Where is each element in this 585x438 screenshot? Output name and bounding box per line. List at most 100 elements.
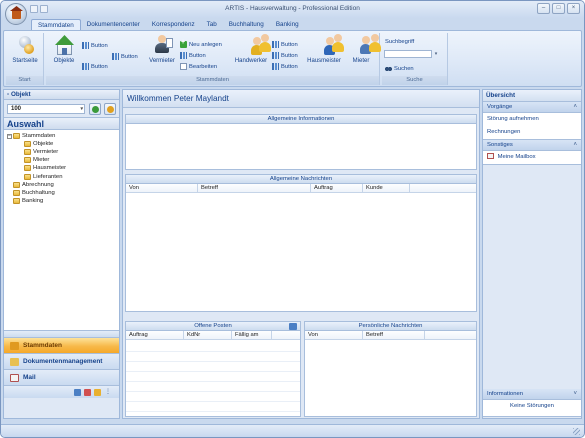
persoenliche-nachrichten-section: Persönliche Nachrichten Von Betreff xyxy=(304,321,477,417)
add-icon xyxy=(180,39,187,48)
button-2-label: Button xyxy=(91,63,108,70)
mieter-button[interactable]: Mieter xyxy=(347,34,381,64)
window-title: ARTIS - Hausverwaltung - Professional Ed… xyxy=(225,5,360,12)
table-header: Auftrag KdNr Fällig am xyxy=(126,331,300,340)
column-header[interactable]: Auftrag xyxy=(126,331,184,340)
vermieter-button[interactable]: Vermieter xyxy=(148,34,176,64)
objekt-go-button[interactable] xyxy=(89,103,101,115)
button-2[interactable]: Button xyxy=(82,62,108,71)
column-header[interactable]: Betreff xyxy=(198,184,311,193)
house-icon xyxy=(12,9,21,19)
folder-icon xyxy=(24,173,31,180)
informationen-group[interactable]: Informationen ˅ xyxy=(483,389,581,400)
bearbeiten-button[interactable]: Bearbeiten xyxy=(180,62,217,71)
refresh-icon[interactable] xyxy=(289,323,297,330)
neu-anlegen-button[interactable]: Neu anlegen xyxy=(180,39,222,49)
suchen-button[interactable]: Suchen xyxy=(385,64,414,73)
tree-item-objekte[interactable]: Objekte xyxy=(4,140,119,148)
button-5[interactable]: Button xyxy=(272,40,298,49)
minimize-icon[interactable]: – xyxy=(537,3,550,14)
column-header[interactable]: Betreff xyxy=(363,331,425,340)
button-4-label: Button xyxy=(189,52,206,59)
tree-label: Abrechnung xyxy=(22,181,54,188)
chevron-up-icon[interactable]: ˄ xyxy=(573,102,577,113)
tree-item-lieferanten[interactable]: Lieferanten xyxy=(4,172,119,180)
button-6[interactable]: Button xyxy=(272,51,298,60)
folder-icon xyxy=(13,181,20,188)
app-menu-button[interactable] xyxy=(5,3,27,25)
auswahl-title: Auswahl xyxy=(4,117,119,130)
tree-item-banking[interactable]: Banking xyxy=(4,197,119,205)
column-header[interactable]: Kunde xyxy=(363,184,410,193)
tree-item-hausmeister[interactable]: Hausmeister xyxy=(4,164,119,172)
chevron-down-icon[interactable]: ⋮ xyxy=(105,389,111,396)
group-label-stammdaten: Stammdaten xyxy=(46,76,379,85)
tree-item-stammdaten[interactable]: − Stammdaten xyxy=(4,132,119,140)
nav-mail-label: Mail xyxy=(23,373,36,381)
nav-dokumentenmanagement[interactable]: Dokumentenmanagement xyxy=(4,354,119,370)
tree-label: Vermieter xyxy=(33,149,59,156)
link-stoerung-aufnehmen[interactable]: Störung aufnehmen xyxy=(483,113,581,126)
tree-item-mieter[interactable]: Mieter xyxy=(4,156,119,164)
tree-item-abrechnung[interactable]: Abrechnung xyxy=(4,181,119,189)
link-meine-mailbox[interactable]: Meine Mailbox xyxy=(483,151,581,164)
link-rechnungen[interactable]: Rechnungen xyxy=(483,126,581,139)
objekte-button[interactable]: Objekte xyxy=(50,34,78,64)
collapse-icon[interactable]: − xyxy=(7,133,12,139)
chevron-down-icon[interactable]: ˅ xyxy=(573,389,577,400)
title-bar: ARTIS - Hausverwaltung - Professional Ed… xyxy=(1,1,584,18)
startseite-button[interactable]: Startseite xyxy=(11,34,39,64)
edit-document-icon xyxy=(180,63,187,70)
objekt-search-button[interactable] xyxy=(104,103,116,115)
section-title: Allgemeine Nachrichten xyxy=(126,175,476,184)
bars-icon xyxy=(272,63,279,70)
column-header[interactable]: Auftrag xyxy=(311,184,363,193)
informationen-body: Keine Störungen xyxy=(483,400,581,417)
tree-item-buchhaltung[interactable]: Buchhaltung xyxy=(4,189,119,197)
table-header: Von Betreff xyxy=(305,331,476,340)
startseite-label: Startseite xyxy=(12,58,38,64)
nav-mail[interactable]: Mail xyxy=(4,370,119,386)
nav-mini-icon[interactable] xyxy=(84,389,91,396)
vorgaenge-group[interactable]: Vorgänge ˄ xyxy=(483,102,581,113)
vermieter-label: Vermieter xyxy=(149,58,175,64)
resize-grip-icon[interactable] xyxy=(573,428,580,435)
button-7-label: Button xyxy=(281,63,298,70)
button-1[interactable]: Button xyxy=(82,41,108,50)
folder-icon xyxy=(24,157,31,164)
objekt-select[interactable]: 100 ▾ xyxy=(7,104,85,114)
objekt-header: ▫ Objekt xyxy=(4,90,119,100)
button-3[interactable]: Button xyxy=(112,52,138,61)
handwerker-people-icon xyxy=(241,34,271,56)
maximize-icon[interactable]: □ xyxy=(552,3,565,14)
ribbon-group-start: Startseite Start xyxy=(6,33,44,85)
close-icon[interactable]: × xyxy=(567,3,580,14)
button-1-label: Button xyxy=(91,42,108,49)
column-header[interactable]: Von xyxy=(126,184,198,193)
folder-icon xyxy=(24,141,31,148)
vorgaenge-list: Störung aufnehmen Rechnungen xyxy=(483,113,581,140)
left-panel: ▫ Objekt 100 ▾ Auswahl − Stammdaten Obje… xyxy=(3,89,120,419)
objekt-row: 100 ▾ xyxy=(4,100,119,117)
column-header[interactable]: KdNr xyxy=(184,331,232,340)
section-title-label: Offene Posten xyxy=(194,323,232,329)
column-header[interactable]: Von xyxy=(305,331,363,340)
button-7[interactable]: Button xyxy=(272,62,298,71)
chevron-down-icon[interactable]: ▾ xyxy=(433,50,439,58)
objekte-house-icon xyxy=(54,34,74,56)
group-label-suche: Suche xyxy=(382,76,447,85)
collapse-icon[interactable]: ▫ xyxy=(7,91,9,98)
folder-icon xyxy=(13,133,20,140)
nav-stammdaten[interactable]: Stammdaten xyxy=(4,338,119,354)
column-header[interactable]: Fällig am xyxy=(232,331,272,340)
tree-item-vermieter[interactable]: Vermieter xyxy=(4,148,119,156)
objekte-label: Objekte xyxy=(53,58,75,64)
button-4[interactable]: Button xyxy=(180,51,206,60)
hausmeister-button[interactable]: Hausmeister xyxy=(306,34,344,64)
chevron-up-icon[interactable]: ˄ xyxy=(573,140,577,151)
handwerker-button[interactable]: Handwerker xyxy=(234,34,271,64)
sonstiges-group[interactable]: Sonstiges ˄ xyxy=(483,140,581,151)
nav-mini-icon[interactable] xyxy=(74,389,81,396)
nav-mini-icon[interactable] xyxy=(94,389,101,396)
search-input[interactable] xyxy=(384,50,432,58)
